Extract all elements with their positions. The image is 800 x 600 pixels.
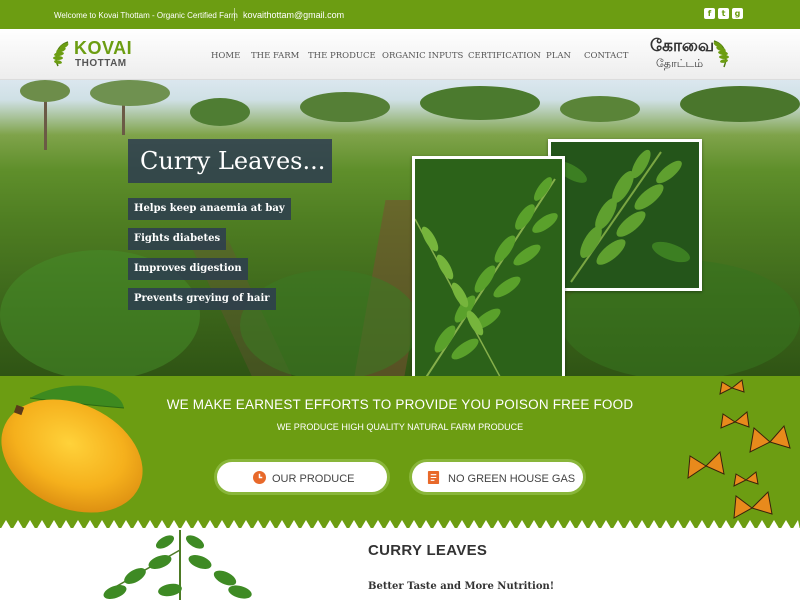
benefit-hair: Prevents greying of hair — [128, 288, 276, 310]
benefit-anaemia: Helps keep anaemia at bay — [128, 198, 291, 220]
nav-the-farm[interactable]: THE FARM — [251, 51, 299, 61]
tree-canopy — [300, 92, 390, 122]
nav-certification[interactable]: CERTIFICATION — [468, 51, 541, 61]
top-bar: Welcome to Kovai Thottam - Organic Certi… — [0, 0, 800, 29]
butterflies-image — [687, 379, 791, 519]
curry-leaves-sprig-image — [103, 530, 252, 600]
our-produce-button[interactable]: OUR PRODUCE — [214, 459, 390, 495]
nav-plan[interactable]: PLAN — [546, 51, 571, 61]
logo-text-kovai[interactable]: KOVAI — [74, 38, 132, 59]
tamil-logo-line1: கோவை — [650, 36, 715, 56]
curry-leaves-photo-1 — [412, 156, 565, 376]
clock-icon — [253, 471, 266, 484]
hero-banner: Curry Leaves... Helps keep anaemia at ba… — [0, 80, 800, 376]
feature-band: WE MAKE EARNEST EFFORTS TO PROVIDE YOU P… — [0, 376, 800, 528]
tree-canopy — [190, 98, 250, 126]
leaf-icon — [713, 40, 729, 68]
twitter-icon[interactable]: t — [718, 8, 729, 19]
document-icon — [427, 471, 440, 484]
benefit-digestion: Improves digestion — [128, 258, 248, 280]
curry-leaves-photo-2 — [548, 139, 702, 291]
no-green-house-gas-button[interactable]: NO GREEN HOUSE GAS — [409, 459, 586, 495]
tree-canopy — [560, 96, 640, 122]
facebook-icon[interactable]: f — [704, 8, 715, 19]
tree-canopy — [420, 86, 540, 120]
nav-organic-inputs[interactable]: ORGANIC INPUTS — [382, 51, 463, 61]
logo-text-thottam[interactable]: THOTTAM — [75, 58, 127, 69]
nav-home[interactable]: HOME — [211, 51, 240, 61]
divider — [234, 8, 235, 21]
hero-title: Curry Leaves... — [128, 139, 332, 183]
no-green-house-gas-label: NO GREEN HOUSE GAS — [448, 473, 576, 485]
tree-canopy — [680, 86, 800, 122]
leaf-logo-icon[interactable] — [52, 40, 72, 68]
welcome-text: Welcome to Kovai Thottam - Organic Certi… — [54, 11, 238, 20]
header: KOVAI THOTTAM HOME THE FARM THE PRODUCE … — [0, 29, 800, 80]
tree-canopy — [90, 80, 170, 106]
tamil-logo-line2: தோட்டம் — [656, 57, 704, 70]
crop-bush — [240, 270, 420, 376]
section-title: CURRY LEAVES — [368, 542, 488, 559]
zigzag-divider — [0, 520, 800, 530]
mango-image — [1, 385, 143, 513]
google-plus-icon[interactable]: g — [732, 8, 743, 19]
nav-the-produce[interactable]: THE PRODUCE — [308, 51, 376, 61]
nav-contact[interactable]: CONTACT — [584, 51, 628, 61]
our-produce-label: OUR PRODUCE — [272, 473, 355, 485]
email-link[interactable]: kovaithottam@gmail.com — [243, 10, 344, 20]
section-subtitle: Better Taste and More Nutrition! — [368, 581, 555, 592]
benefit-diabetes: Fights diabetes — [128, 228, 227, 250]
tree-canopy — [20, 80, 70, 102]
